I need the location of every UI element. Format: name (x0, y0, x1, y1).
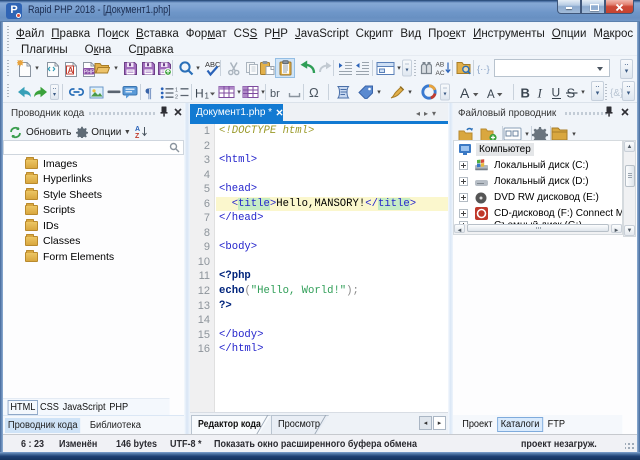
svg-text:ABC: ABC (205, 60, 221, 69)
svg-text:B: B (521, 85, 530, 100)
svg-text:2: 2 (175, 94, 178, 99)
svg-text:A: A (135, 126, 140, 133)
svg-text:1: 1 (175, 87, 178, 93)
svg-text:AB: AB (436, 62, 445, 69)
svg-text:{··}: {··} (477, 64, 490, 75)
svg-text:Z: Z (135, 133, 140, 139)
svg-text:¶: ¶ (146, 86, 153, 100)
svg-text:AC: AC (436, 70, 445, 76)
svg-text:A: A (487, 89, 495, 100)
svg-text:I: I (537, 85, 543, 100)
svg-text:br: br (270, 88, 280, 99)
svg-text:1: 1 (205, 91, 210, 99)
svg-text:Ω: Ω (309, 85, 319, 99)
svg-text:U: U (552, 85, 561, 99)
svg-text:H: H (195, 86, 204, 99)
svg-text:A: A (68, 66, 74, 75)
svg-text:A: A (460, 85, 470, 100)
